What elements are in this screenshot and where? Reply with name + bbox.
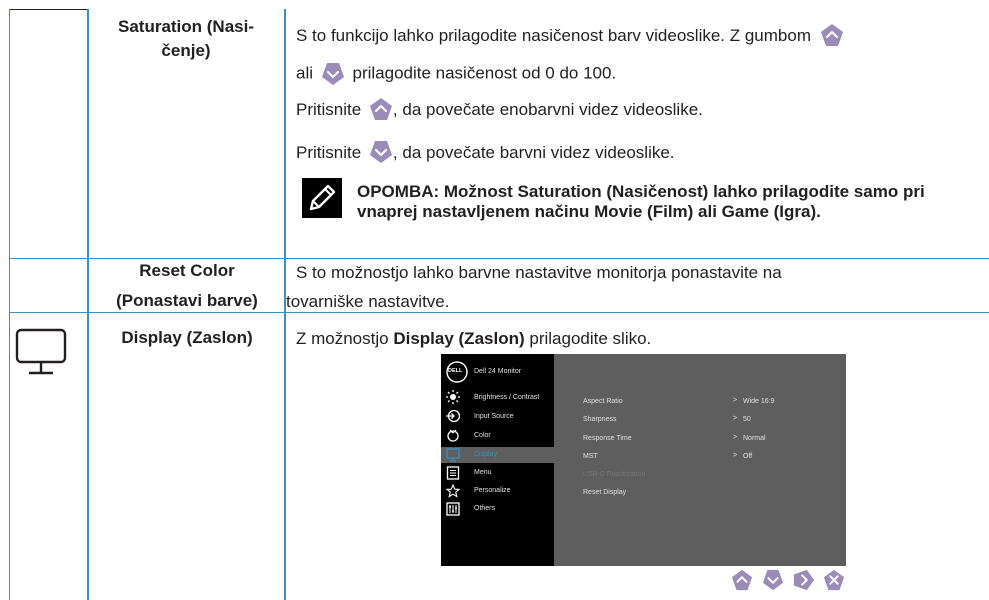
osd-setting-sharpness[interactable]: Sharpness (583, 416, 616, 423)
display-label: Display (Zaslon) (121, 328, 253, 347)
osd-value-sharpness: 50 (743, 416, 751, 423)
down-button-icon (321, 63, 344, 85)
osd-menu-others[interactable]: Others (474, 505, 495, 512)
osd-menu: DELL Dell 24 Monitor Brightness / Contra… (441, 354, 846, 566)
saturation-line-2: ali prilagodite nasičenost od 0 do 100. (296, 62, 616, 86)
osd-arrow: > (733, 434, 738, 441)
osd-arrow: > (733, 415, 738, 422)
up-button-icon (369, 97, 392, 120)
osd-title: Dell 24 Monitor (474, 368, 522, 375)
top-rule (9, 9, 87, 10)
reset-color-line-1: S to možnostjo lahko barvne nastavitve m… (296, 263, 782, 282)
color-icon (447, 429, 459, 442)
down-button-icon[interactable] (762, 569, 784, 591)
table-border-left (9, 9, 10, 600)
up-button-icon[interactable] (731, 569, 753, 591)
osd-setting-response-time[interactable]: Response Time (583, 435, 632, 442)
brightness-icon (446, 390, 460, 404)
osd-arrow: > (733, 452, 738, 459)
menu-icon (446, 466, 460, 480)
star-icon (446, 484, 460, 498)
osd-setting-mst[interactable]: MST (583, 453, 598, 460)
table-col-divider-1 (87, 9, 89, 600)
osd-value-mst: Off (743, 453, 753, 460)
osd-setting-aspect-ratio[interactable]: Aspect Ratio (583, 398, 623, 405)
display-icon (446, 448, 460, 462)
osd-setting-usbc: USB-C Prioritization (583, 471, 646, 478)
osd-value-aspect-ratio: Wide 16:9 (743, 398, 775, 405)
osd-menu-color[interactable]: Color (474, 432, 491, 439)
saturation-line-3: Pritisnite , da povečate enobarvni videz… (296, 97, 703, 121)
osd-menu-menu[interactable]: Menu (474, 469, 492, 476)
osd-setting-reset-display[interactable]: Reset Display (583, 489, 626, 496)
display-monitor-icon (15, 328, 67, 375)
osd-menu-personalize[interactable]: Personalize (474, 487, 511, 494)
saturation-label: Saturation (Nasi- čenje) (117, 17, 255, 60)
reset-color-label: Reset Color (Ponastavi barve) (116, 261, 258, 310)
right-button-icon[interactable] (793, 569, 815, 591)
osd-menu-input-source[interactable]: Input Source (474, 413, 514, 420)
saturation-line-1: S to funkcijo lahko prilagodite nasičeno… (296, 23, 844, 47)
osd-arrow: > (733, 397, 738, 404)
note-text: OPOMBA: Možnost Saturation (Nasičenost) … (357, 182, 925, 221)
reset-color-line-2: tovarniške nastavitve. (286, 292, 450, 311)
up-button-icon (820, 23, 843, 46)
osd-menu-brightness[interactable]: Brightness / Contrast (474, 394, 539, 401)
osd-settings-panel (554, 354, 846, 566)
display-description: Z možnostjo Display (Zaslon) prilagodite… (296, 329, 652, 348)
dell-logo-text: DELL (448, 368, 463, 374)
down-button-icon (369, 140, 392, 163)
close-button-icon[interactable] (823, 569, 845, 591)
osd-value-response-time: Normal (743, 435, 766, 442)
osd-menu-display[interactable]: Display (474, 451, 497, 458)
input-source-icon (446, 409, 460, 423)
saturation-line-4: Pritisnite , da povečate barvni videz vi… (296, 140, 675, 164)
others-icon (446, 502, 460, 516)
note-pencil-icon (302, 178, 342, 218)
